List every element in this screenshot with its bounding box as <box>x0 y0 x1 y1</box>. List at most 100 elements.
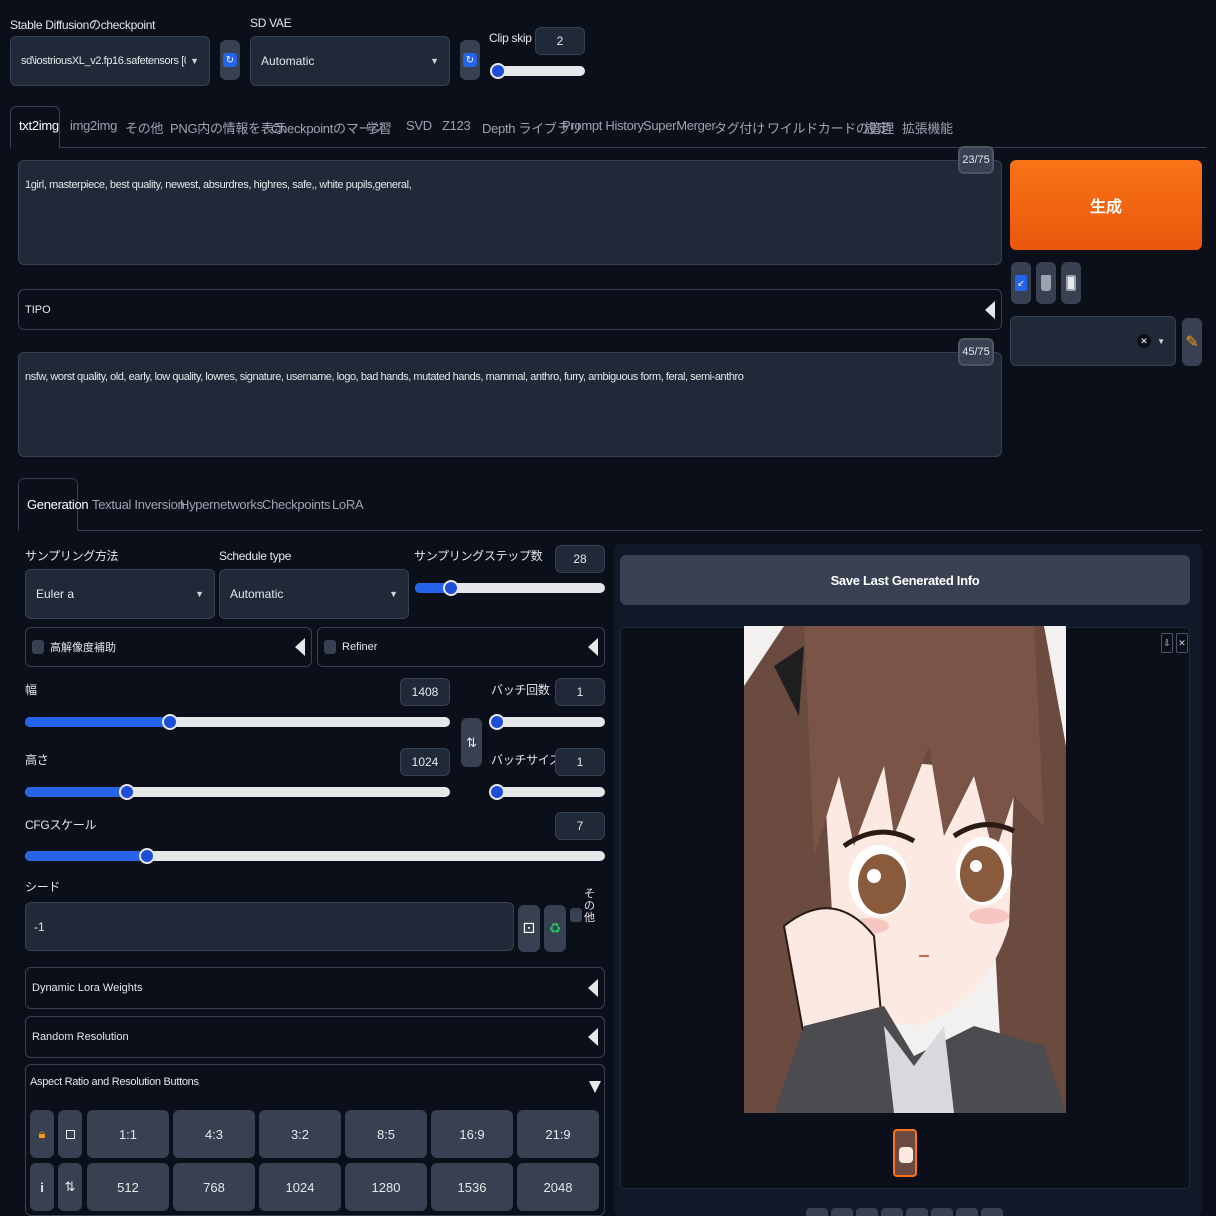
output-action-button[interactable] <box>956 1208 978 1216</box>
res-768-button[interactable]: 768 <box>173 1163 255 1211</box>
ratio-3-2-button[interactable]: 3:2 <box>259 1110 341 1158</box>
clip-skip-slider[interactable] <box>489 63 585 79</box>
gallery-thumbnail[interactable] <box>893 1129 917 1177</box>
prompt-textarea[interactable]: 1girl, masterpiece, best quality, newest… <box>18 160 1002 265</box>
sampling-method-dropdown[interactable]: Euler a ▼ <box>25 569 215 619</box>
batch-count-slider-knob[interactable] <box>489 714 505 730</box>
batch-size-input[interactable]: 1 <box>555 748 605 776</box>
ratio-16-9-button[interactable]: 16:9 <box>431 1110 513 1158</box>
height-slider[interactable] <box>25 784 450 800</box>
random-seed-button[interactable]: ⚀ <box>518 905 540 952</box>
extra-seed-checkbox[interactable] <box>570 908 582 922</box>
batch-count-slider[interactable] <box>489 714 605 730</box>
vae-dropdown[interactable]: Automatic ▼ <box>250 36 450 86</box>
hires-fix-checkbox[interactable] <box>32 640 44 654</box>
sampling-steps-slider[interactable] <box>415 580 605 596</box>
hires-fix-accordion[interactable]: 高解像度補助 <box>25 627 312 667</box>
sampling-steps-input[interactable]: 28 <box>555 545 605 573</box>
save-last-info-button[interactable]: Save Last Generated Info <box>620 555 1190 605</box>
output-action-button[interactable] <box>806 1208 828 1216</box>
sampling-steps-slider-knob[interactable] <box>443 580 460 596</box>
res-1536-button[interactable]: 1536 <box>431 1163 513 1211</box>
output-action-button[interactable] <box>881 1208 903 1216</box>
hires-fix-label: 高解像度補助 <box>50 642 116 654</box>
ratio-21-9-button[interactable]: 21:9 <box>517 1110 599 1158</box>
refresh-vae-button[interactable]: ↻ <box>460 40 480 80</box>
width-input[interactable]: 1408 <box>400 678 450 706</box>
square-toggle-button[interactable] <box>58 1110 82 1158</box>
tab-extras[interactable]: その他 <box>125 118 163 137</box>
cfg-scale-slider[interactable] <box>25 848 605 864</box>
seed-input[interactable]: -1 <box>25 902 514 951</box>
random-resolution-accordion[interactable]: Random Resolution <box>25 1016 605 1058</box>
res-512-button[interactable]: 512 <box>87 1163 169 1211</box>
tab-supermerger[interactable]: SuperMerger <box>643 118 716 133</box>
clip-skip-slider-knob[interactable] <box>489 63 506 79</box>
tab-lora[interactable]: LoRA <box>332 497 364 512</box>
tab-z123[interactable]: Z123 <box>442 118 471 133</box>
ratio-4-3-button[interactable]: 4:3 <box>173 1110 255 1158</box>
tab-train[interactable]: 学習 <box>366 118 392 137</box>
info-button[interactable]: i <box>30 1163 54 1211</box>
refiner-checkbox[interactable] <box>324 640 336 654</box>
tab-extensions[interactable]: 拡張機能 <box>902 118 953 137</box>
tab-tagging[interactable]: タグ付け <box>714 118 765 137</box>
tab-prompt-history[interactable]: Prompt History <box>562 118 644 133</box>
tipo-accordion[interactable]: TIPO <box>18 289 1002 330</box>
batch-size-slider-knob[interactable] <box>489 784 505 800</box>
height-input[interactable]: 1024 <box>400 748 450 776</box>
negative-prompt-textarea[interactable]: nsfw, worst quality, old, early, low qua… <box>18 352 1002 457</box>
tab-checkpoints[interactable]: Checkpoints <box>262 497 331 512</box>
swap-dimensions-button[interactable]: ⇅ <box>461 718 482 767</box>
res-1280-button[interactable]: 1280 <box>345 1163 427 1211</box>
refresh-checkpoint-button[interactable]: ↻ <box>220 40 240 80</box>
output-action-button[interactable] <box>831 1208 853 1216</box>
batch-count-input[interactable]: 1 <box>555 678 605 706</box>
width-slider-knob[interactable] <box>161 714 178 730</box>
output-action-button[interactable] <box>856 1208 878 1216</box>
tab-settings[interactable]: 設定 <box>864 118 890 137</box>
clipboard-button[interactable] <box>1061 262 1081 304</box>
refresh-icon: ↻ <box>463 53 477 67</box>
collapse-icon <box>985 300 995 319</box>
ratio-8-5-button[interactable]: 8:5 <box>345 1110 427 1158</box>
edit-styles-button[interactable]: ✎ <box>1182 318 1202 366</box>
aspect-ratio-label[interactable]: Aspect Ratio and Resolution Buttons <box>30 1076 199 1088</box>
tab-textual-inversion[interactable]: Textual Inversion <box>92 497 185 512</box>
tab-png-info[interactable]: PNG内の情報を表示 <box>170 118 286 137</box>
height-slider-knob[interactable] <box>119 784 135 800</box>
seed-label: シード <box>25 880 61 894</box>
clip-skip-input[interactable]: 2 <box>535 27 585 55</box>
width-slider[interactable] <box>25 714 450 730</box>
tab-svd[interactable]: SVD <box>406 118 432 133</box>
download-icon[interactable]: ⇩ <box>1161 633 1173 653</box>
output-action-button[interactable] <box>981 1208 1003 1216</box>
checkpoint-dropdown[interactable]: sd\iostriousXL_v2.fp16.safetensors [014a… <box>10 36 210 86</box>
batch-size-slider[interactable] <box>489 784 605 800</box>
clear-icon[interactable]: ✕ <box>1137 334 1152 348</box>
ratio-1-1-button[interactable]: 1:1 <box>87 1110 169 1158</box>
lock-ratio-button[interactable]: 🔒︎ <box>30 1110 54 1158</box>
trash-button[interactable] <box>1036 262 1056 304</box>
tab-generation[interactable]: Generation <box>27 497 89 512</box>
close-icon[interactable]: ✕ <box>1176 633 1188 653</box>
generated-image[interactable] <box>744 626 1066 1113</box>
output-action-button[interactable] <box>906 1208 928 1216</box>
tab-txt2img[interactable]: txt2img <box>19 118 59 133</box>
read-params-button[interactable]: ↙ <box>1011 262 1031 304</box>
dynamic-lora-accordion[interactable]: Dynamic Lora Weights <box>25 967 605 1009</box>
tab-img2img[interactable]: img2img <box>70 118 117 133</box>
tab-hypernetworks[interactable]: Hypernetworks <box>180 497 263 512</box>
cfg-scale-slider-knob[interactable] <box>138 848 155 864</box>
res-2048-button[interactable]: 2048 <box>517 1163 599 1211</box>
swap-orientation-button[interactable]: ⇅ <box>58 1163 82 1211</box>
styles-dropdown[interactable]: ✕ ▼ <box>1010 316 1176 366</box>
schedule-type-dropdown[interactable]: Automatic ▼ <box>219 569 409 619</box>
refiner-accordion[interactable]: Refiner <box>317 627 605 667</box>
cfg-scale-input[interactable]: 7 <box>555 812 605 840</box>
cfg-scale-label: CFGスケール <box>25 818 97 832</box>
res-1024-button[interactable]: 1024 <box>259 1163 341 1211</box>
generate-button[interactable]: 生成 <box>1010 160 1202 250</box>
reuse-seed-button[interactable]: ♻ <box>544 905 566 952</box>
output-action-button[interactable] <box>931 1208 953 1216</box>
